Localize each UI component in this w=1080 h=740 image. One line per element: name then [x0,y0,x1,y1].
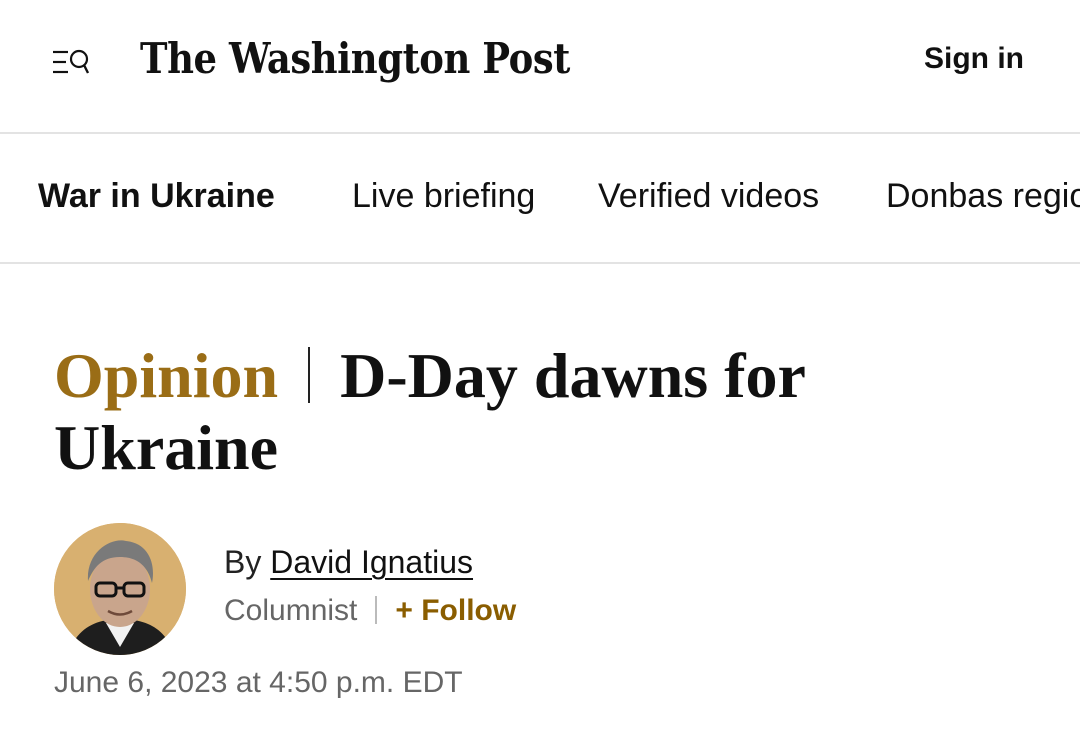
section-nav-item-war-in-ukraine[interactable]: War in Ukraine [38,177,275,216]
kicker-divider [308,347,311,403]
section-nav-item-live-briefing[interactable]: Live briefing [352,177,535,216]
section-nav-item-donbas-region[interactable]: Donbas region [886,177,1080,216]
author-avatar[interactable] [54,523,186,655]
top-header: The Washington Post Sign in [0,0,1080,134]
sign-in-button[interactable]: Sign in [924,42,1024,76]
follow-button[interactable]: + Follow [395,594,516,627]
article-headline: Opinion D-Day dawns for Ukraine [54,340,1034,484]
byline: By David Ignatius [224,544,473,581]
section-nav: War in Ukraine Live briefing Verified vi… [0,134,1080,264]
author-role: Columnist [224,594,358,627]
publish-date: June 6, 2023 at 4:50 p.m. EDT [54,666,463,699]
menu-search-icon [50,46,92,80]
author-link[interactable]: David Ignatius [270,544,473,580]
opinion-kicker[interactable]: Opinion [54,340,278,411]
menu-search-button[interactable] [50,46,92,80]
site-logo[interactable]: The Washington Post [140,34,570,83]
section-nav-item-verified-videos[interactable]: Verified videos [598,177,819,216]
author-role-row: Columnist + Follow [224,594,516,628]
byline-prefix: By [224,544,262,580]
role-divider [375,596,378,624]
